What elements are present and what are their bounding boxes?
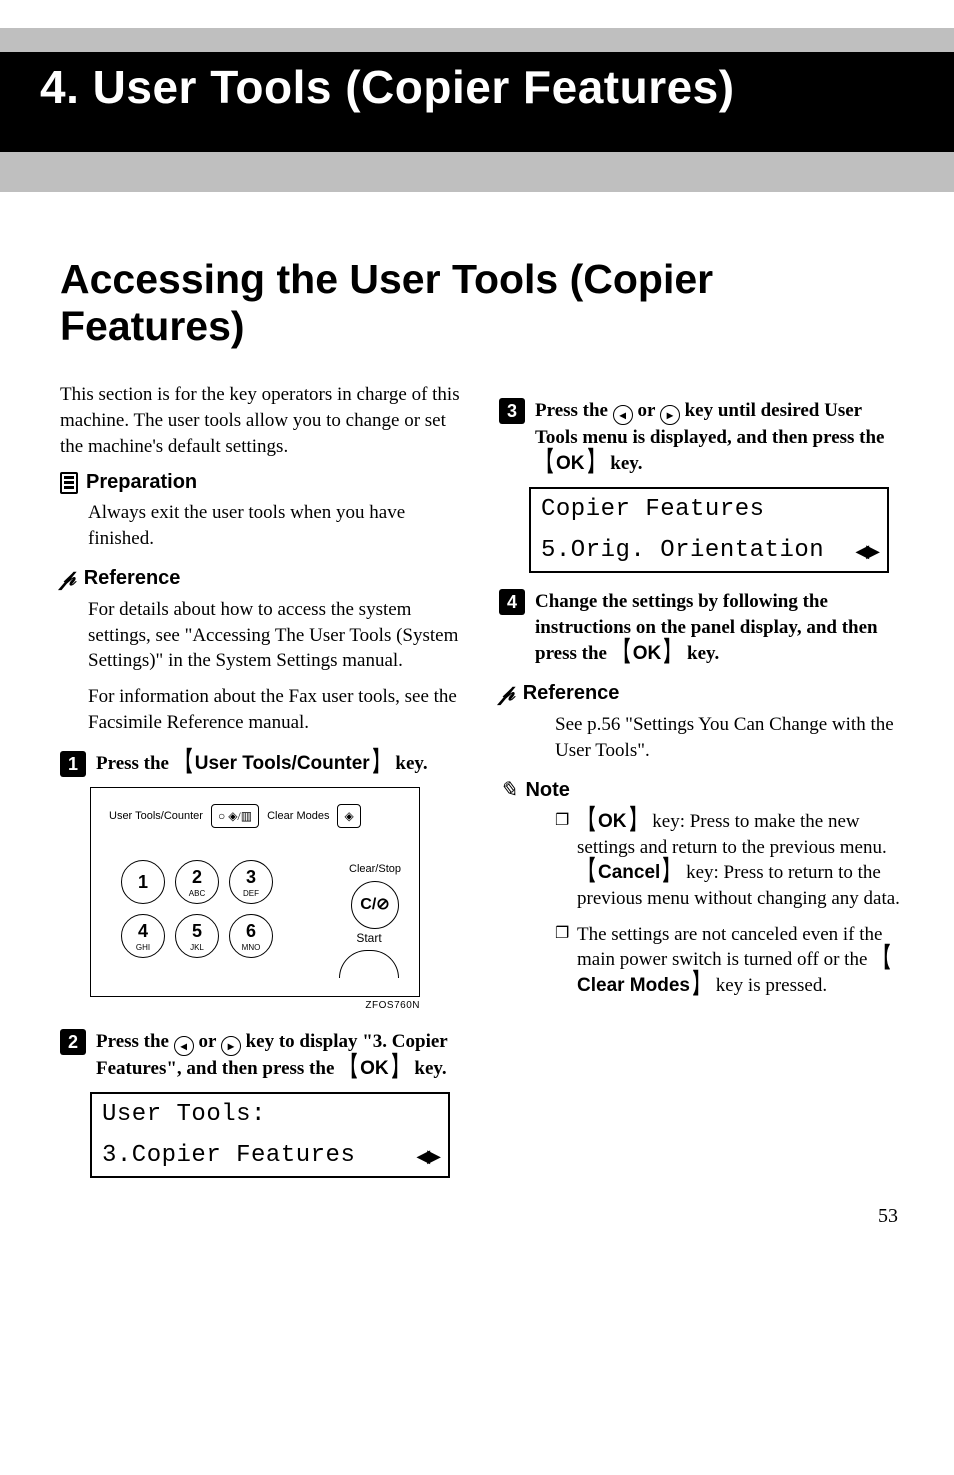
reference-label-right: Reference <box>523 680 620 707</box>
intro-paragraph: This section is for the key operators in… <box>60 382 465 459</box>
reference-text-2: For information about the Fax user tools… <box>88 684 465 735</box>
note-heading: ✎ Note <box>499 775 904 805</box>
note-item-2: The settings are not canceled even if th… <box>555 922 904 999</box>
chapter-header: 4. User Tools (Copier Features) <box>0 0 954 220</box>
reference-icon: 𝓅 <box>60 563 76 593</box>
note-item-1: 【OK】 key: Press to make the new settings… <box>555 809 904 912</box>
ok-key: OK <box>633 643 662 664</box>
ok-key: OK <box>556 453 585 474</box>
lcd-nav-arrows-icon: ◀▶ <box>855 539 877 563</box>
ok-key: OK <box>598 811 627 832</box>
lcd-display-1: User Tools: 3.Copier Features ◀▶ <box>90 1092 450 1179</box>
fig-key-2: 2ABC <box>175 860 219 904</box>
ok-key: OK <box>360 1058 389 1079</box>
fig-key-1: 1 <box>121 860 165 904</box>
reference-heading: 𝓅 Reference <box>60 563 465 593</box>
step-2-text-a: Press the <box>96 1031 174 1052</box>
reference-label: Reference <box>84 565 181 592</box>
step-1-text-b: key. <box>391 753 428 774</box>
right-arrow-key-icon: ▸ <box>221 1036 241 1056</box>
left-arrow-key-icon: ◂ <box>613 405 633 425</box>
preparation-heading: Preparation <box>60 469 465 496</box>
right-arrow-key-icon: ▸ <box>660 405 680 425</box>
lcd2-line2: 5.Orig. Orientation ◀▶ <box>531 530 887 571</box>
step-badge-4: 4 <box>499 589 525 615</box>
reference-icon: 𝓅 <box>499 678 515 708</box>
fig-clear-modes-button: ◈ <box>337 804 360 828</box>
fig-clear-modes-label: Clear Modes <box>267 809 329 824</box>
step-3: 3 Press the ◂ or ▸ key until desired Use… <box>499 398 904 476</box>
preparation-text: Always exit the user tools when you have… <box>88 500 465 551</box>
step-2-text-d: key. <box>410 1058 447 1079</box>
preparation-icon <box>60 472 78 494</box>
lcd2-line1: Copier Features <box>531 489 887 530</box>
step-badge-1: 1 <box>60 751 86 777</box>
step-3-text-d: key. <box>606 453 643 474</box>
left-arrow-key-icon: ◂ <box>174 1036 194 1056</box>
lcd1-line2: 3.Copier Features ◀▶ <box>92 1135 448 1176</box>
fig-key-4: 4GHI <box>121 914 165 958</box>
fig-key-6: 6MNO <box>229 914 273 958</box>
preparation-label: Preparation <box>86 469 197 496</box>
fig-user-tools-label: User Tools/Counter <box>109 809 203 824</box>
fig-start: Start <box>339 930 399 978</box>
reference-heading-right: 𝓅 Reference <box>499 678 904 708</box>
fig-clear-stop: Clear/Stop C/⊘ <box>349 862 401 929</box>
right-column: 3 Press the ◂ or ▸ key until desired Use… <box>499 382 904 1188</box>
left-column: This section is for the key operators in… <box>60 382 465 1188</box>
page-number: 53 <box>878 1205 898 1228</box>
lcd-display-2: Copier Features 5.Orig. Orientation ◀▶ <box>529 487 889 574</box>
chapter-title: 4. User Tools (Copier Features) <box>40 60 914 114</box>
fig-key-5: 5JKL <box>175 914 219 958</box>
cancel-key: Cancel <box>598 862 660 883</box>
figure-code: ZFOS760N <box>90 999 420 1013</box>
user-tools-counter-key: User Tools/Counter <box>195 753 370 774</box>
note-icon: ✎ <box>499 775 517 805</box>
fig-user-tools-button: ○ ◈/▥ <box>211 804 259 828</box>
section-title: Accessing the User Tools (Copier Feature… <box>60 256 904 350</box>
step-2: 2 Press the ◂ or ▸ key to display "3. Co… <box>60 1029 465 1082</box>
step-4: 4 Change the settings by following the i… <box>499 589 904 666</box>
step-1: 1 Press the 【User Tools/Counter】 key. <box>60 751 465 777</box>
lcd1-line1: User Tools: <box>92 1094 448 1135</box>
clear-modes-key: Clear Modes <box>577 975 690 996</box>
step-badge-3: 3 <box>499 398 525 424</box>
step-2-text-b: or <box>194 1031 221 1052</box>
reference-text-1: For details about how to access the syst… <box>88 597 465 674</box>
keypad-figure: User Tools/Counter ○ ◈/▥ Clear Modes ◈ 1… <box>90 787 465 1013</box>
fig-key-3: 3DEF <box>229 860 273 904</box>
reference-text-right: See p.56 "Settings You Can Change with t… <box>555 712 904 763</box>
step-badge-2: 2 <box>60 1029 86 1055</box>
lcd-nav-arrows-icon: ◀▶ <box>416 1144 438 1168</box>
step-3-text-b: or <box>633 400 660 421</box>
step-3-text-a: Press the <box>535 400 613 421</box>
step-1-text-a: Press the <box>96 753 174 774</box>
note-label: Note <box>525 777 569 804</box>
step-4-text-b: key. <box>682 643 719 664</box>
